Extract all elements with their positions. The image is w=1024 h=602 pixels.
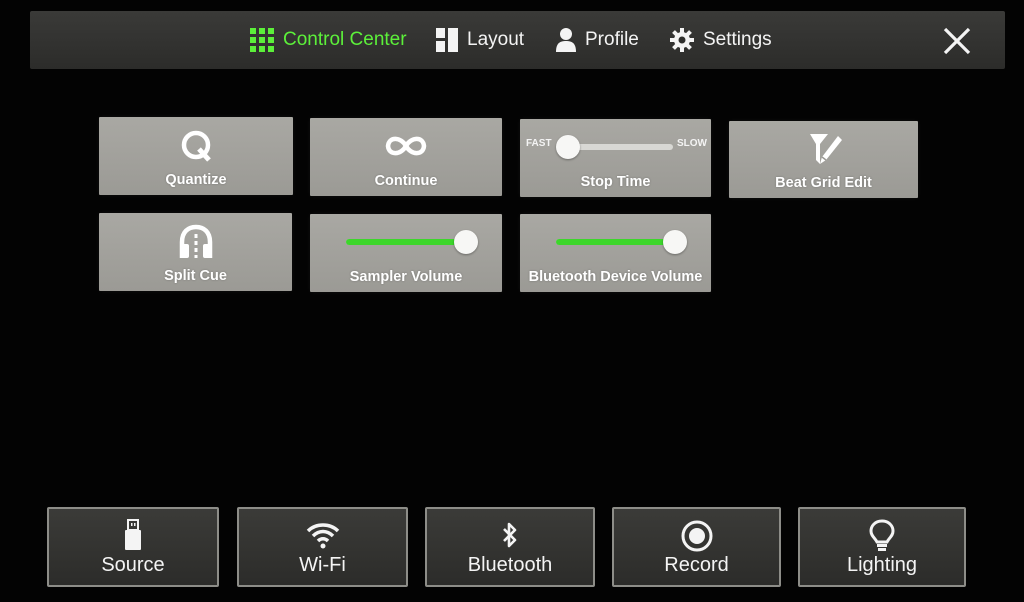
- sampler-volume-slider[interactable]: [346, 230, 478, 254]
- stop-time-slider[interactable]: [556, 135, 673, 159]
- wifi-icon: [306, 523, 339, 549]
- tab-label: Layout: [467, 29, 525, 50]
- slider-fill: [556, 239, 675, 245]
- tab-label: Settings: [703, 29, 772, 50]
- gear-icon: [670, 28, 694, 52]
- tab-label: Control Center: [283, 29, 407, 50]
- wifi-button[interactable]: Wi-Fi: [237, 507, 408, 587]
- bluetooth-button[interactable]: Bluetooth: [425, 507, 595, 587]
- bluetooth-device-volume-slider[interactable]: [556, 230, 687, 254]
- top-nav-bar: Control Center Layout Profile Settings: [30, 11, 1005, 69]
- sampler-volume-tile[interactable]: Sampler Volume: [310, 214, 502, 292]
- fast-label: FAST: [526, 138, 552, 149]
- bluetooth-device-volume-label: Bluetooth Device Volume: [528, 269, 703, 285]
- source-label: Source: [101, 554, 165, 576]
- record-icon: [681, 520, 712, 552]
- slider-knob[interactable]: [556, 135, 580, 159]
- sampler-volume-label: Sampler Volume: [349, 269, 463, 285]
- usb-icon: [125, 519, 141, 550]
- record-button[interactable]: Record: [612, 507, 781, 587]
- record-label: Record: [664, 554, 729, 576]
- slider-fill: [346, 239, 466, 245]
- lighting-button[interactable]: Lighting: [798, 507, 966, 587]
- quantize-tile[interactable]: Quantize: [99, 117, 293, 195]
- split-cue-tile[interactable]: Split Cue: [99, 213, 292, 291]
- close-icon: [943, 27, 971, 55]
- grid-pen-icon: [809, 134, 842, 164]
- bluetooth-label: Bluetooth: [467, 554, 553, 576]
- lighting-label: Lighting: [846, 554, 918, 576]
- bulb-icon: [869, 519, 895, 551]
- person-icon: [556, 28, 576, 52]
- beat-grid-edit-tile[interactable]: Beat Grid Edit: [729, 121, 918, 198]
- layout-icon: [436, 28, 458, 52]
- q-icon: [181, 130, 211, 162]
- headphone-split-icon: [179, 224, 212, 258]
- grid-icon: [250, 28, 274, 52]
- bluetooth-icon: [503, 522, 517, 548]
- tab-settings[interactable]: Settings: [670, 11, 772, 69]
- slow-label: SLOW: [677, 138, 707, 149]
- slider-knob[interactable]: [663, 230, 687, 254]
- tab-profile[interactable]: Profile: [556, 11, 639, 69]
- source-button[interactable]: Source: [47, 507, 219, 587]
- slider-knob[interactable]: [454, 230, 478, 254]
- stop-time-tile[interactable]: FAST SLOW Stop Time: [520, 119, 711, 197]
- continue-tile[interactable]: Continue: [310, 118, 502, 196]
- close-button[interactable]: [943, 27, 971, 55]
- quantize-label: Quantize: [165, 172, 227, 188]
- split-cue-label: Split Cue: [164, 268, 227, 284]
- infinity-icon: [385, 136, 427, 156]
- bluetooth-device-volume-tile[interactable]: Bluetooth Device Volume: [520, 214, 711, 292]
- continue-label: Continue: [374, 173, 438, 189]
- tab-layout[interactable]: Layout: [436, 11, 524, 69]
- stop-time-label: Stop Time: [580, 174, 651, 190]
- tab-label: Profile: [585, 29, 639, 50]
- wifi-label: Wi-Fi: [299, 554, 346, 576]
- beat-grid-edit-label: Beat Grid Edit: [775, 175, 872, 191]
- tab-control-center[interactable]: Control Center: [250, 11, 407, 69]
